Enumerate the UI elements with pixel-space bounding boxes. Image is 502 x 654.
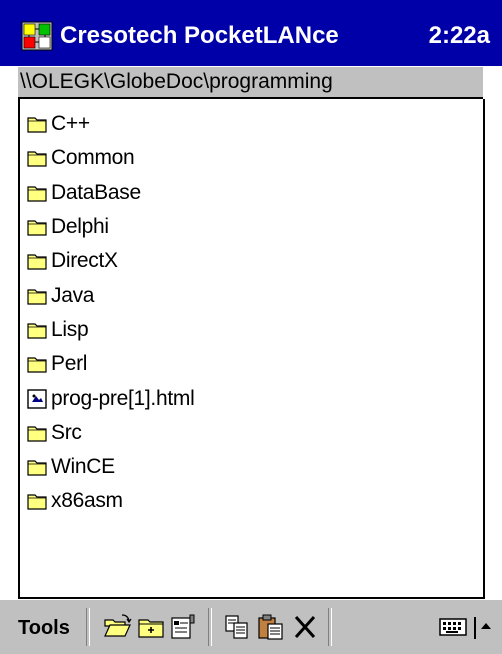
file-name: Common — [51, 146, 135, 170]
file-name: prog-pre[1].html — [51, 386, 195, 410]
toolbar-separator — [208, 608, 212, 646]
file-list-item[interactable]: Perl — [26, 347, 194, 381]
app-logo-icon[interactable] — [21, 21, 53, 51]
file-list-item[interactable]: Delphi — [26, 210, 194, 244]
command-bar: Tools — [0, 600, 502, 654]
folder-icon — [27, 426, 47, 442]
file-list-item[interactable]: Src — [26, 416, 194, 450]
open-folder-icon[interactable] — [102, 612, 132, 642]
clock[interactable]: 2:22a — [429, 20, 490, 52]
title-bar: Cresotech PocketLANce 2:22a — [0, 0, 502, 66]
folder-icon — [27, 494, 47, 511]
folder-icon — [27, 220, 47, 236]
folder-icon — [27, 151, 47, 168]
file-list-item[interactable]: Common — [26, 141, 194, 175]
app-title: Cresotech PocketLANce — [60, 22, 339, 49]
file-list: C++ Common DataBase Delphi DirectX Java Lisp Pe… — [26, 107, 195, 519]
file-list-item[interactable]: Java — [26, 278, 194, 312]
new-folder-icon[interactable] — [136, 612, 166, 642]
file-list-pane: C++ Common DataBase Delphi DirectX Java Lisp Pe… — [18, 99, 485, 599]
input-arrow-icon[interactable] — [471, 612, 495, 642]
file-name: Src — [51, 420, 82, 444]
file-name: Lisp — [51, 317, 89, 341]
file-list-item[interactable]: prog-pre[1].html — [26, 381, 195, 415]
folder-icon — [27, 460, 47, 476]
folder-icon — [27, 254, 47, 270]
paste-icon[interactable] — [256, 612, 286, 642]
current-path: \\OLEGK\GlobeDoc\programming — [20, 70, 333, 93]
folder-icon — [27, 357, 47, 373]
file-name: DirectX — [51, 249, 118, 273]
properties-icon[interactable] — [168, 612, 198, 642]
file-name: C++ — [51, 112, 90, 136]
delete-icon[interactable] — [290, 612, 320, 642]
file-list-item[interactable]: DataBase — [26, 176, 194, 210]
file-name: Perl — [51, 352, 88, 376]
file-list-item[interactable]: WinCE — [26, 450, 194, 484]
folder-icon — [27, 289, 47, 305]
keyboard-icon[interactable] — [438, 612, 468, 642]
file-name: x86asm — [51, 489, 123, 513]
toolbar-separator — [86, 608, 90, 646]
file-list-item[interactable]: DirectX — [26, 244, 194, 278]
file-list-item[interactable]: x86asm — [26, 484, 194, 518]
html-file-icon — [27, 388, 47, 409]
toolbar-separator — [328, 608, 332, 646]
folder-icon — [27, 323, 47, 339]
tools-menu-button[interactable]: Tools — [18, 615, 70, 641]
copy-icon[interactable] — [222, 612, 252, 642]
path-bar: \\OLEGK\GlobeDoc\programming — [18, 67, 483, 99]
file-name: DataBase — [51, 180, 141, 204]
file-name: Delphi — [51, 215, 109, 239]
file-list-item[interactable]: Lisp — [26, 313, 194, 347]
file-name: Java — [51, 283, 95, 307]
folder-icon — [27, 117, 47, 133]
folder-icon — [27, 186, 47, 202]
file-list-item[interactable]: C++ — [26, 107, 194, 141]
file-name: WinCE — [51, 455, 115, 479]
